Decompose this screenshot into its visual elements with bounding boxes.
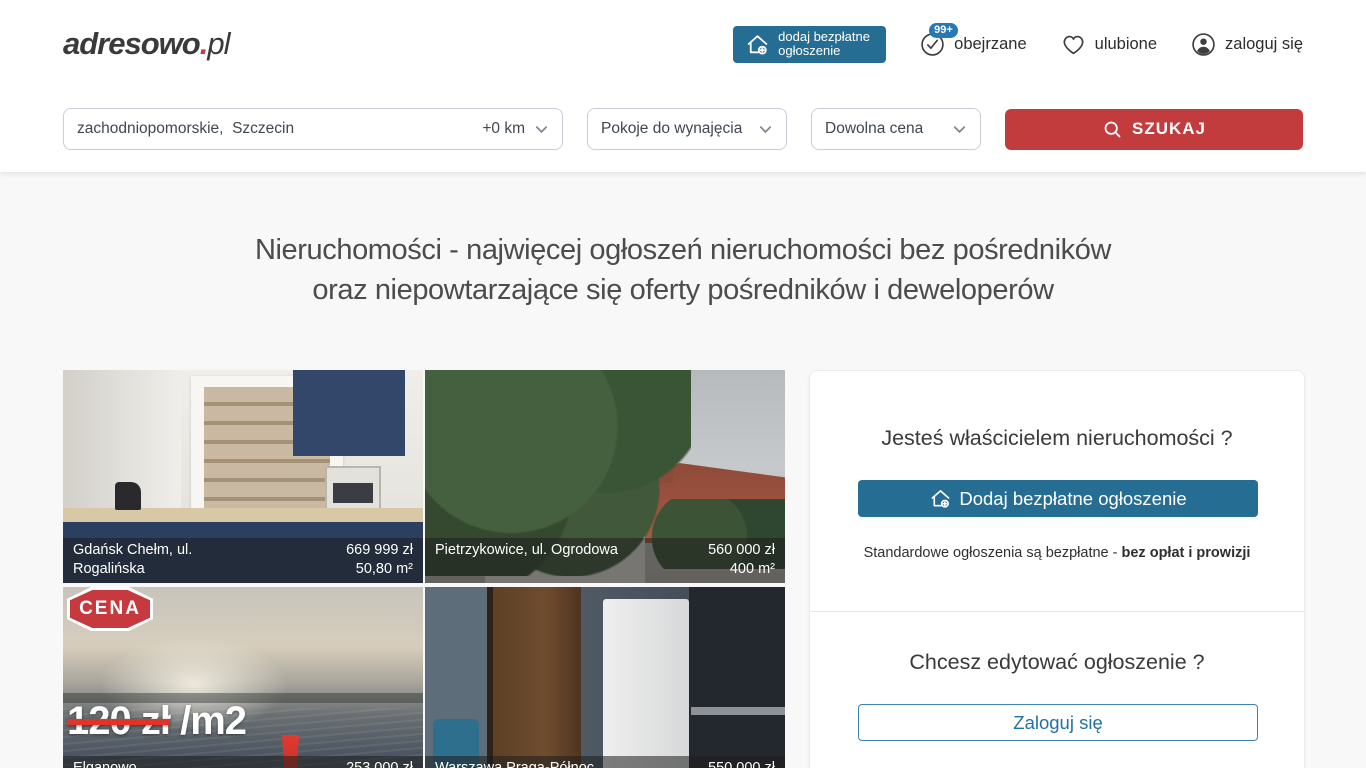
photo-door — [487, 587, 581, 768]
radius-value: +0 km — [482, 120, 525, 138]
photo-countertop — [691, 707, 785, 715]
photo-price-overlay: 120 zł /m2 — [67, 699, 246, 744]
edit-section: Chcesz edytować ogłoszenie ? Zaloguj się… — [810, 611, 1304, 768]
radius-select[interactable]: +0 km — [482, 120, 549, 138]
search-button-label: SZUKAJ — [1132, 119, 1206, 139]
check-circle-icon: 99+ — [920, 32, 945, 57]
nav-item-login[interactable]: zaloguj się — [1191, 32, 1303, 57]
listing-photo-interior — [425, 587, 785, 768]
header-nav: dodaj bezpłatne ogłoszenie 99+ obejrzane — [733, 26, 1303, 63]
listing-card[interactable]: Pietrzykowice, ul. Ogrodowa 560 000 zł 4… — [425, 370, 785, 583]
login-button-label: Zaloguj się — [1013, 712, 1102, 734]
listing-location: Gdańsk Chełm, ul. Rogalińska — [73, 541, 268, 579]
price-badge-octagon: CENA — [67, 587, 153, 631]
listing-area: 50,80 m² — [346, 560, 413, 579]
listings-grid: Gdańsk Chełm, ul. Rogalińska 669 999 zł … — [63, 370, 785, 768]
top-bar: adresowo.pl dodaj bezpłatne ogłoszenie — [63, 0, 1303, 88]
listing-area: 400 m² — [708, 560, 775, 579]
listing-caption: Warszawa Praga-Północ 550 000 zł — [425, 756, 785, 768]
logo-text-main: adresowo — [63, 26, 200, 61]
listing-price-area: 550 000 zł — [708, 759, 775, 768]
struck-price-text: 120 zł — [67, 699, 170, 743]
property-type-select[interactable]: Pokoje do wynajęcia — [587, 108, 787, 150]
location-input[interactable]: zachodniopomorskie, Szczecin +0 km — [63, 108, 563, 150]
owner-sidebar: Jesteś właścicielem nieruchomości ? Doda… — [809, 370, 1305, 768]
location-value: zachodniopomorskie, Szczecin — [77, 120, 294, 138]
owner-note-prefix: Standardowe ogłoszenia są bezpłatne - — [864, 545, 1122, 561]
nav-item-favorites[interactable]: ulubione — [1061, 32, 1157, 57]
property-type-value: Pokoje do wynajęcia — [601, 120, 742, 138]
price-value: Dowolna cena — [825, 120, 923, 138]
listing-card[interactable]: Warszawa Praga-Północ 550 000 zł — [425, 587, 785, 768]
nav-item-viewed[interactable]: 99+ obejrzane — [920, 32, 1026, 57]
viewed-label: obejrzane — [954, 35, 1026, 54]
listing-price-area: 669 999 zł 50,80 m² — [346, 541, 413, 579]
login-button[interactable]: Zaloguj się — [858, 704, 1258, 741]
edit-heading: Chcesz edytować ogłoszenie ? — [858, 650, 1256, 675]
listing-caption: Gdańsk Chełm, ul. Rogalińska 669 999 zł … — [63, 538, 423, 583]
page-title-line2: oraz niepowtarzające się oferty pośredni… — [312, 274, 1053, 306]
logo-text-suffix: pl — [207, 26, 229, 61]
hero: Nieruchomości - najwięcej ogłoszeń nieru… — [63, 230, 1303, 310]
price-select[interactable]: Dowolna cena — [811, 108, 981, 150]
favorites-label: ulubione — [1095, 35, 1157, 54]
sidebar-add-listing-label: Dodaj bezpłatne ogłoszenie — [959, 488, 1186, 510]
photo-cabinet — [293, 370, 405, 456]
photo-countertop — [63, 508, 423, 523]
listing-card[interactable]: Gdańsk Chełm, ul. Rogalińska 669 999 zł … — [63, 370, 423, 583]
photo-cabinet — [689, 587, 785, 768]
listing-price: 253 000 zł — [346, 759, 413, 768]
header: adresowo.pl dodaj bezpłatne ogłoszenie — [0, 0, 1366, 172]
chevron-down-icon — [952, 122, 967, 137]
listing-card[interactable]: CENA 120 zł /m2 Elganowo 253 000 zł — [63, 587, 423, 768]
search-bar: zachodniopomorskie, Szczecin +0 km Pokoj… — [63, 108, 1303, 150]
listing-caption: Elganowo 253 000 zł — [63, 756, 423, 768]
price-badge-label: CENA — [70, 590, 150, 628]
listing-price-area: 253 000 zł — [346, 759, 413, 768]
photo-kettle — [115, 482, 141, 510]
page-title: Nieruchomości - najwięcej ogłoszeń nieru… — [63, 230, 1303, 310]
login-label: zaloguj się — [1225, 35, 1303, 54]
owner-section: Jesteś właścicielem nieruchomości ? Doda… — [810, 371, 1304, 611]
add-listing-button[interactable]: dodaj bezpłatne ogłoszenie — [733, 26, 886, 63]
listing-location: Pietrzykowice, ul. Ogrodowa — [435, 541, 630, 579]
photo-fridge — [603, 599, 689, 768]
house-plus-icon — [929, 487, 952, 510]
user-circle-icon — [1191, 32, 1216, 57]
page: adresowo.pl dodaj bezpłatne ogłoszenie — [0, 0, 1366, 768]
main-content: Gdańsk Chełm, ul. Rogalińska 669 999 zł … — [63, 370, 1303, 768]
listing-location: Elganowo — [73, 759, 268, 768]
price-unit-text: /m2 — [170, 699, 246, 743]
add-listing-label: dodaj bezpłatne ogłoszenie — [778, 30, 874, 58]
heart-icon — [1061, 32, 1086, 57]
photo-oven-glass — [333, 483, 373, 503]
search-button[interactable]: SZUKAJ — [1005, 109, 1303, 150]
logo[interactable]: adresowo.pl — [63, 26, 229, 62]
sidebar-add-listing-button[interactable]: Dodaj bezpłatne ogłoszenie — [858, 480, 1258, 517]
house-plus-icon — [745, 32, 770, 57]
listing-caption: Pietrzykowice, ul. Ogrodowa 560 000 zł 4… — [425, 538, 785, 583]
listing-price: 669 999 zł — [346, 541, 413, 560]
page-title-line1: Nieruchomości - najwięcej ogłoszeń nieru… — [255, 234, 1111, 266]
listing-price: 550 000 zł — [708, 759, 775, 768]
listing-price-area: 560 000 zł 400 m² — [708, 541, 775, 579]
search-icon — [1102, 119, 1123, 140]
chevron-down-icon — [758, 122, 773, 137]
listing-price: 560 000 zł — [708, 541, 775, 560]
listing-location: Warszawa Praga-Północ — [435, 759, 630, 768]
chevron-down-icon — [534, 122, 549, 137]
viewed-count-badge: 99+ — [929, 23, 958, 38]
owner-note: Standardowe ogłoszenia są bezpłatne - be… — [858, 545, 1256, 561]
owner-heading: Jesteś właścicielem nieruchomości ? — [858, 426, 1256, 451]
owner-note-bold: bez opłat i prowizji — [1122, 545, 1251, 561]
